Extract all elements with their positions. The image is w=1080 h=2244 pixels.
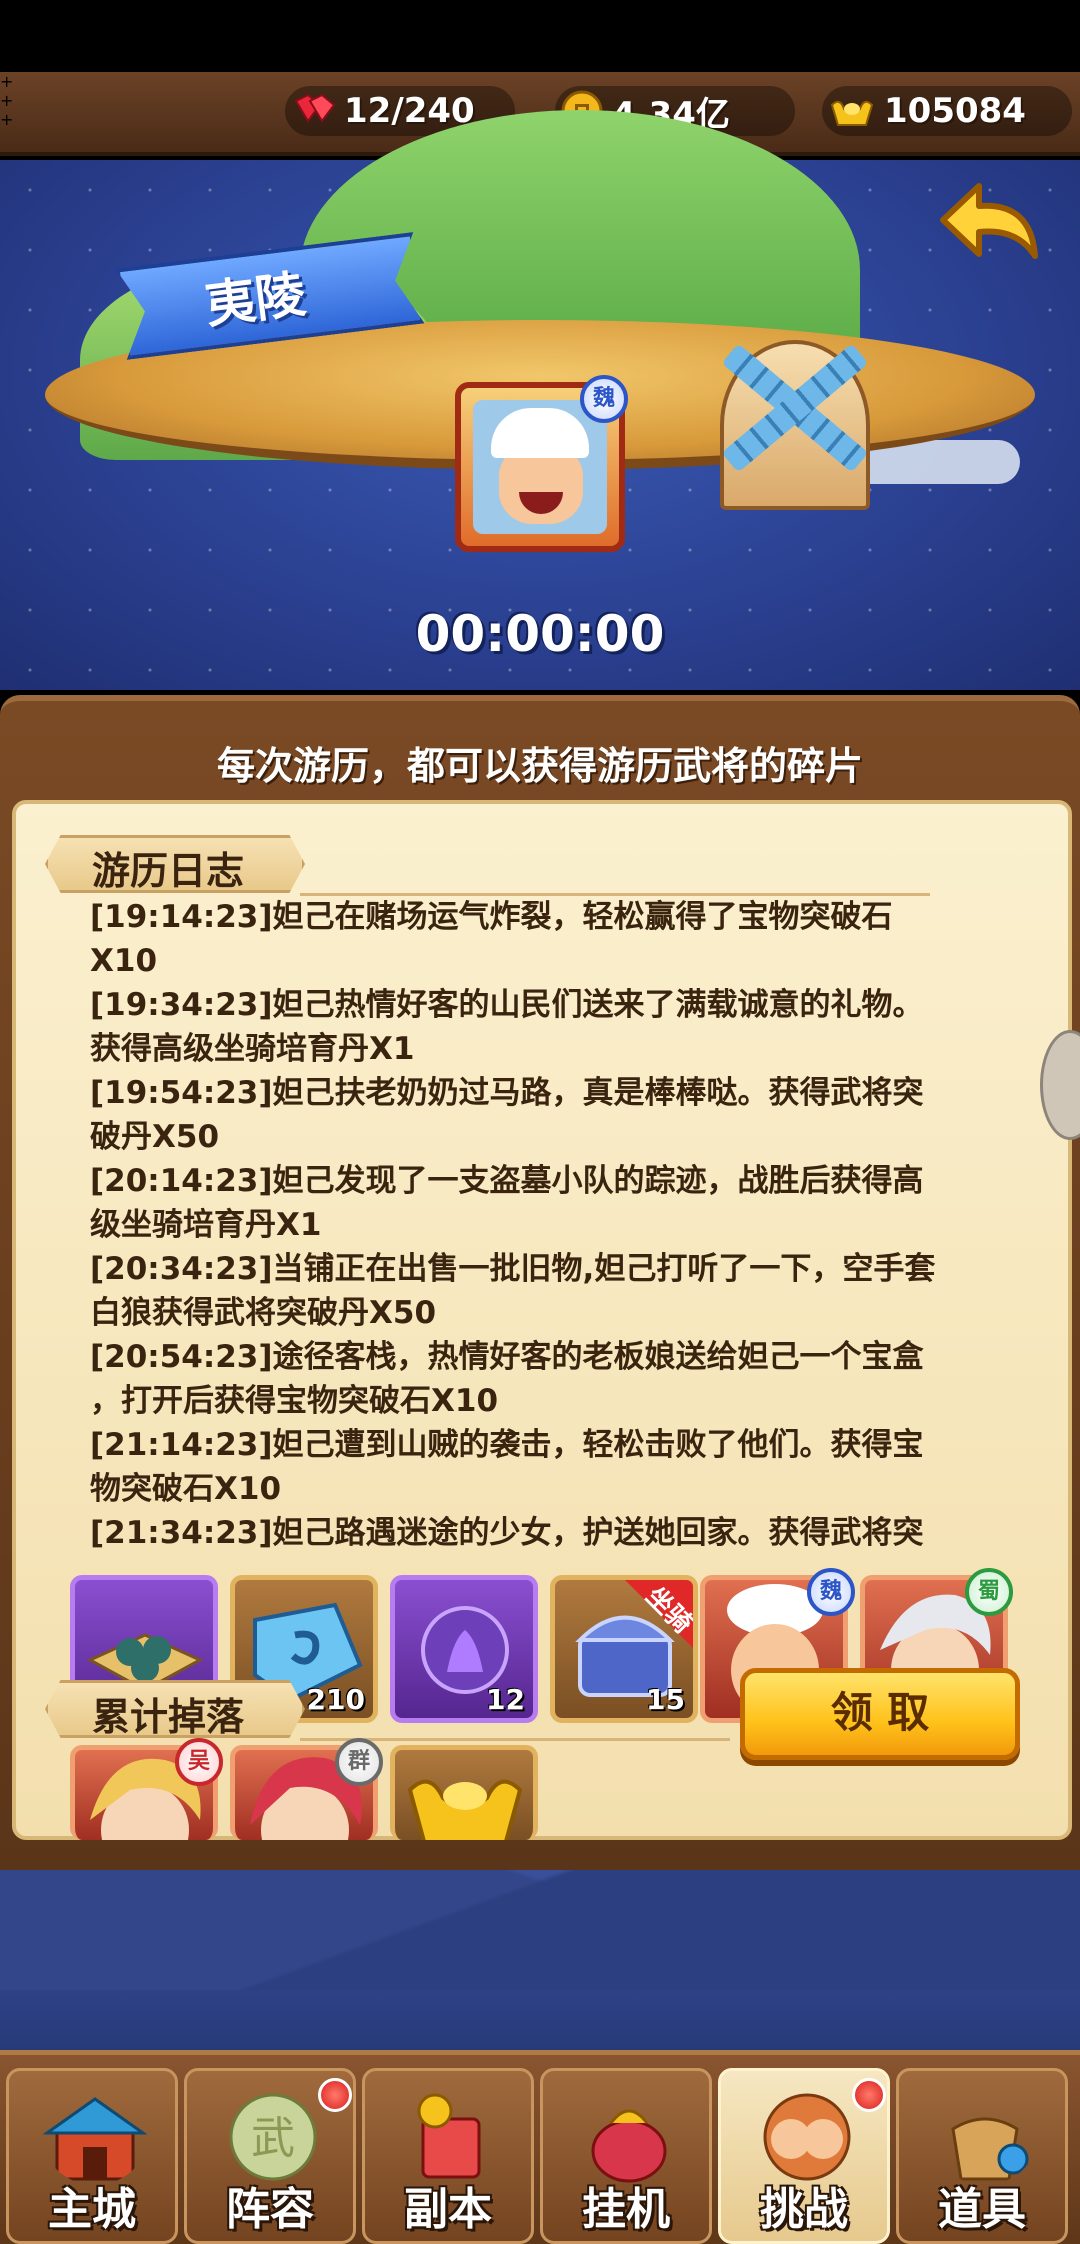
log-line: X10 [90, 943, 158, 979]
faction-badge-icon: 吴 [175, 1738, 223, 1786]
stamina-value: 12/240 [344, 91, 475, 131]
gold-value: 105084 [884, 91, 1026, 131]
log-line: ，打开后获得宝物突破石X10 [90, 1383, 499, 1419]
gold-ingot-icon [407, 1779, 523, 1840]
log-line: [20:54:23]途径客栈，热情好客的老板娘送给妲己一个宝盒 [90, 1339, 924, 1375]
nav-tab-items[interactable]: 道具 [896, 2068, 1068, 2244]
nav-label: 副本 [404, 2184, 492, 2235]
heart-icon [294, 93, 336, 123]
location-name: 夷陵 [202, 265, 309, 335]
nav-tab-dungeon[interactable]: 副本 [362, 2068, 534, 2244]
log-title: 游历日志 [92, 849, 245, 893]
items-icon [951, 2117, 1029, 2181]
dungeon-icon [417, 2093, 481, 2179]
claim-button[interactable]: 领 取 [740, 1668, 1020, 1760]
item-count: 15 [646, 1683, 685, 1716]
gold-resource: 105084 [828, 86, 1026, 136]
panel-header: 每次游历，都可以获得游历武将的碎片 [216, 744, 863, 788]
faction-badge-icon: 群 [335, 1738, 383, 1786]
log-line: [21:14:23]妲己遭到山贼的袭击，轻松击败了他们。获得宝 [90, 1427, 924, 1463]
svg-text:武: 武 [251, 2113, 295, 2164]
item-mount-chest[interactable]: 坐骑 15 [550, 1575, 698, 1723]
nav-label: 道具 [938, 2184, 1026, 2235]
nav-tab-main-city[interactable]: 主城 [6, 2068, 178, 2244]
faction-badge-icon: 蜀 [965, 1568, 1013, 1616]
item-count: 210 [306, 1683, 365, 1716]
back-arrow-icon[interactable] [935, 180, 1045, 270]
notification-dot [852, 2078, 886, 2112]
faction-badge-icon: 魏 [807, 1568, 855, 1616]
faction-badge-icon: 魏 [580, 375, 628, 423]
nav-tab-idle[interactable]: 挂机 [540, 2068, 712, 2244]
challenge-icon [763, 2093, 851, 2181]
notification-dot [318, 2078, 352, 2112]
formation-icon: 武 [229, 2093, 317, 2181]
background-mountains [0, 1870, 1080, 2050]
item-gold-ingot[interactable] [390, 1745, 538, 1840]
log-line: [19:14:23]妲己在赌场运气炸裂，轻松赢得了宝物突破石 [90, 899, 893, 935]
castle-icon [43, 2097, 147, 2181]
drops-title: 累计掉落 [92, 1695, 245, 1739]
log-line: [20:34:23]当铺正在出售一批旧物,妲己打听了一下，空手套 [90, 1251, 936, 1287]
status-bar [0, 0, 1080, 72]
log-line: [19:54:23]妲己扶老奶奶过马路，真是棒棒哒。获得武将突 [90, 1075, 924, 1111]
nav-label: 挑战 [760, 2184, 848, 2235]
item-count: 12 [486, 1683, 525, 1716]
log-line: [19:34:23]妲己热情好客的山民们送来了满载诚意的礼物。 [90, 987, 924, 1023]
idle-icon [591, 2109, 667, 2183]
log-line: 获得高级坐骑培育丹X1 [90, 1031, 415, 1067]
log-line: [20:14:23]妲己发现了一支盗墓小队的踪迹，战胜后获得高 [90, 1163, 924, 1199]
item-purple-orb[interactable]: 12 [390, 1575, 538, 1723]
nav-label: 挂机 [582, 2184, 670, 2235]
travel-log[interactable]: [19:14:23]妲己在赌场运气炸裂，轻松赢得了宝物突破石 X10 [19:3… [90, 895, 990, 1555]
nav-label: 阵容 [226, 2184, 314, 2235]
hero-face [473, 400, 607, 534]
travel-timer: 00:00:00 [415, 605, 665, 663]
log-line: 白狼获得武将突破丹X50 [90, 1295, 437, 1331]
log-line: 物突破石X10 [90, 1471, 282, 1507]
log-line: 级坐骑培育丹X1 [90, 1207, 322, 1243]
log-line: [21:34:23]妲己路遇迷途的少女，护送她回家。获得武将突 [90, 1515, 924, 1551]
log-line: 破丹X50 [90, 1119, 220, 1155]
gold-ingot-icon [830, 100, 874, 126]
nav-label: 主城 [48, 2184, 136, 2235]
